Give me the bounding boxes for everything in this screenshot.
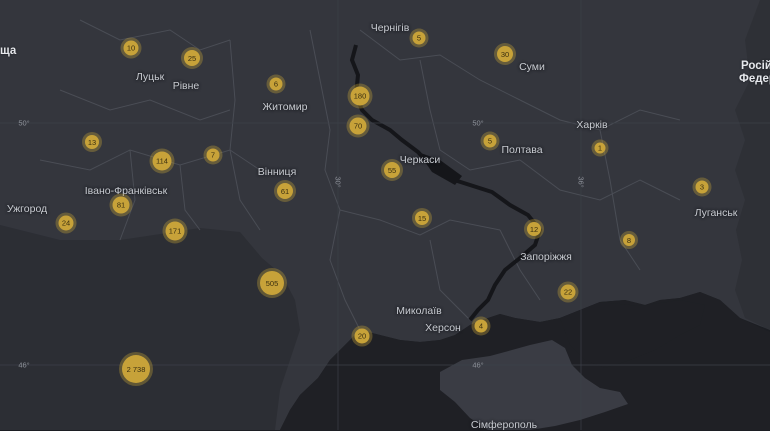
grid-label-lat46-left: 46° xyxy=(18,360,30,370)
neighbour-land-southwest xyxy=(0,225,300,430)
grid-label-lon30: 30° xyxy=(333,176,343,188)
cluster-marker[interactable]: 61 xyxy=(277,183,293,199)
cluster-marker[interactable]: 12 xyxy=(527,222,541,236)
city-label-uzhhorod: Ужгород xyxy=(6,203,48,215)
city-label-sumy: Суми xyxy=(519,61,545,73)
grid-label-lat50-left: 50° xyxy=(18,118,30,128)
map-canvas[interactable]: 50° 50° 46° 46° 30° 36° ща Росій Федер Ч… xyxy=(0,0,770,431)
cluster-marker[interactable]: 171 xyxy=(165,221,185,241)
city-label-kherson: Херсон xyxy=(425,322,461,334)
cluster-marker[interactable]: 20 xyxy=(354,328,370,344)
cluster-marker[interactable]: 180 xyxy=(350,86,370,106)
cluster-marker[interactable]: 7 xyxy=(206,148,220,162)
city-label-kharkiv: Харків xyxy=(576,119,608,131)
city-label-ivano-frankivsk: Івано-Франківськ xyxy=(84,185,168,197)
city-label-zaporizhzhia: Запоріжжя xyxy=(520,251,572,263)
city-label-cherkasy: Черкаси xyxy=(399,154,441,166)
cluster-marker[interactable]: 505 xyxy=(260,271,284,295)
cluster-marker[interactable]: 114 xyxy=(152,151,172,171)
map-basemap xyxy=(0,0,770,430)
city-label-zhytomyr: Житомир xyxy=(262,101,308,113)
cluster-marker[interactable]: 10 xyxy=(123,40,139,56)
cluster-marker[interactable]: 55 xyxy=(384,162,400,178)
city-label-lutsk: Луцьк xyxy=(135,71,165,83)
cluster-marker[interactable]: 8 xyxy=(623,234,635,246)
cluster-marker[interactable]: 30 xyxy=(497,46,513,62)
country-label-russia-line2: Федер xyxy=(739,73,770,85)
city-label-rivne: Рівне xyxy=(172,80,200,92)
cluster-marker[interactable]: 1 xyxy=(594,142,606,154)
cluster-marker[interactable]: 25 xyxy=(184,50,200,66)
grid-label-lon36: 36° xyxy=(576,176,586,188)
cluster-marker[interactable]: 2 738 xyxy=(122,355,150,383)
city-label-vinnytsia: Вінниця xyxy=(257,166,297,178)
grid-label-lat50-right: 50° xyxy=(472,118,484,128)
country-label-left: ща xyxy=(0,45,17,57)
cluster-marker[interactable]: 5 xyxy=(412,31,426,45)
cluster-marker[interactable]: 81 xyxy=(112,196,130,214)
grid-label-lat46-right: 46° xyxy=(472,360,484,370)
cluster-marker[interactable]: 70 xyxy=(349,117,367,135)
cluster-marker[interactable]: 4 xyxy=(474,319,488,333)
cluster-marker[interactable]: 5 xyxy=(483,134,497,148)
cluster-marker[interactable]: 6 xyxy=(269,77,283,91)
cluster-marker[interactable]: 3 xyxy=(695,180,709,194)
cluster-marker[interactable]: 24 xyxy=(58,215,74,231)
city-label-luhansk: Луганськ xyxy=(694,207,738,219)
cluster-marker[interactable]: 22 xyxy=(560,284,576,300)
city-label-poltava: Полтава xyxy=(501,144,543,156)
cluster-marker[interactable]: 15 xyxy=(415,211,429,225)
city-label-simferopol: Сімферополь xyxy=(470,419,538,431)
city-label-mykolaiv: Миколаїв xyxy=(396,305,442,317)
country-label-russia-line1: Росій xyxy=(741,60,770,72)
cluster-marker[interactable]: 13 xyxy=(85,135,99,149)
city-label-chernihiv: Чернігів xyxy=(370,22,410,34)
